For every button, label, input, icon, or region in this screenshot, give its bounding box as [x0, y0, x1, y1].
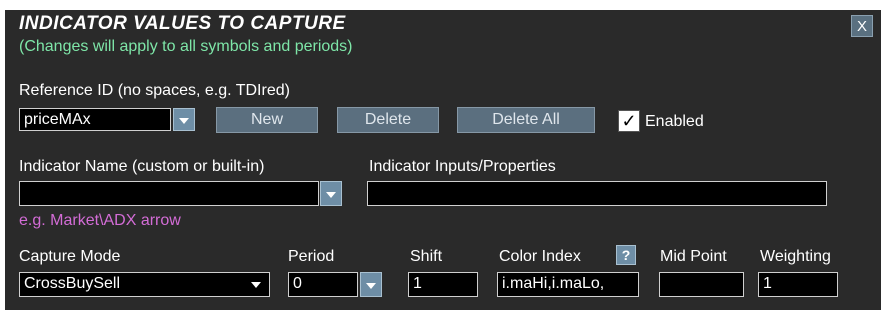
shift-field[interactable]: 1 [408, 272, 478, 297]
close-button[interactable]: X [851, 15, 873, 37]
weighting-label: Weighting [760, 248, 831, 265]
color-index-field[interactable]: i.maHi,i.maLo, [497, 272, 639, 297]
enabled-label: Enabled [645, 113, 704, 130]
reference-id-label: Reference ID (no spaces, e.g. TDIred) [19, 82, 290, 99]
reference-id-field[interactable]: priceMAx [19, 108, 171, 131]
indicator-name-label: Indicator Name (custom or built-in) [19, 158, 265, 175]
indicator-name-field[interactable] [19, 181, 319, 206]
color-index-help-button[interactable]: ? [616, 245, 636, 265]
period-dropdown-button[interactable] [360, 272, 382, 297]
indicator-inputs-field[interactable] [367, 181, 827, 206]
capture-mode-value: CrossBuySell [24, 275, 121, 292]
indicator-name-hint: e.g. Market\ADX arrow [19, 212, 181, 229]
period-field[interactable]: 0 [288, 272, 358, 297]
mid-point-label: Mid Point [660, 248, 727, 265]
capture-mode-select[interactable]: CrossBuySell [19, 272, 270, 297]
panel-subtitle: (Changes will apply to all symbols and p… [19, 38, 353, 55]
delete-button[interactable]: Delete [337, 107, 439, 133]
enabled-checkbox[interactable]: ✓ [618, 110, 640, 132]
indicator-capture-panel: INDICATOR VALUES TO CAPTURE (Changes wil… [5, 10, 881, 310]
capture-mode-label: Capture Mode [19, 248, 121, 265]
color-index-label: Color Index [499, 248, 581, 265]
new-button[interactable]: New [216, 107, 318, 133]
reference-id-dropdown-button[interactable] [173, 108, 195, 131]
panel-title: INDICATOR VALUES TO CAPTURE [19, 13, 346, 34]
shift-label: Shift [410, 248, 443, 265]
mid-point-field[interactable] [659, 272, 744, 297]
indicator-name-dropdown-button[interactable] [320, 181, 342, 206]
weighting-field[interactable]: 1 [758, 272, 838, 297]
indicator-inputs-label: Indicator Inputs/Properties [369, 158, 556, 175]
delete-all-button[interactable]: Delete All [457, 107, 595, 133]
period-label: Period [288, 248, 335, 265]
